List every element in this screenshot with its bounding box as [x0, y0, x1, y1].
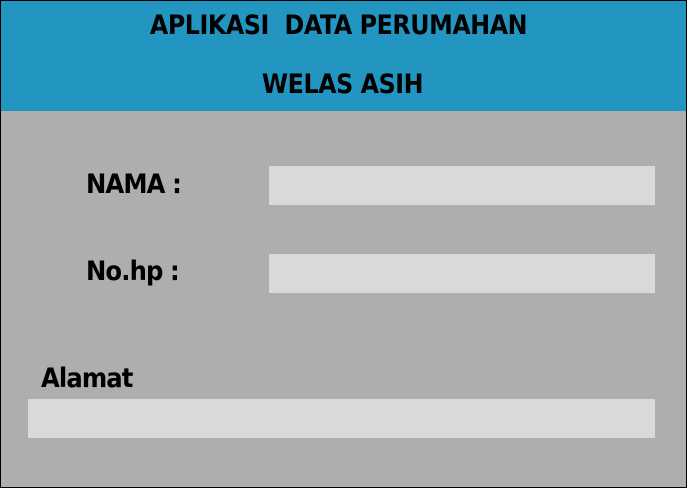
app-title: APLIKASI DATA PERUMAHAN: [149, 10, 528, 41]
nohp-label: No.hp :: [86, 256, 180, 287]
alamat-input[interactable]: [28, 399, 655, 438]
app-window: APLIKASI DATA PERUMAHAN WELAS ASIH NAMA …: [0, 0, 687, 488]
nama-input[interactable]: [269, 166, 655, 205]
app-subtitle: WELAS ASIH: [261, 69, 424, 100]
nohp-input[interactable]: [269, 254, 655, 293]
alamat-label: Alamat: [41, 363, 133, 394]
header-banner: APLIKASI DATA PERUMAHAN WELAS ASIH: [1, 1, 686, 111]
nama-label: NAMA :: [86, 169, 182, 200]
